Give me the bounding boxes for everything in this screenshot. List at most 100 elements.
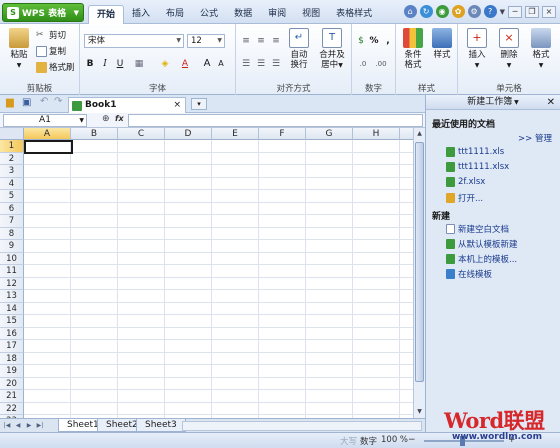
close-button[interactable]: × (542, 5, 556, 18)
delete-cells-button[interactable]: × 删除 ▼ (494, 28, 524, 71)
align-bottom-icon[interactable]: ≡ (269, 34, 283, 48)
comma-button[interactable]: , (381, 34, 395, 48)
cut-button[interactable]: ✂ 剪切 (36, 29, 66, 42)
row-header[interactable]: 7 (0, 215, 24, 228)
prev-sheet-icon[interactable]: ◀ (13, 420, 23, 431)
new-from-default-template-link[interactable]: 从默认模板新建 (446, 238, 518, 250)
row-header[interactable]: 9 (0, 240, 24, 253)
home-icon[interactable]: ⌂ (403, 5, 417, 18)
column-header[interactable] (400, 128, 413, 140)
align-left-icon[interactable]: ☰ (239, 57, 253, 71)
column-header[interactable]: G (306, 128, 353, 140)
new-blank-link[interactable]: 新建空白文档 (446, 223, 509, 235)
zoom-search-icon[interactable]: ⊕ (102, 114, 110, 124)
close-tab-icon[interactable]: × (173, 98, 181, 113)
manage-link[interactable]: >> 管理 (518, 132, 552, 144)
row-header[interactable]: 12 (0, 277, 24, 290)
insert-function-icon[interactable]: fx (115, 114, 124, 123)
online-templates-link[interactable]: 在线模板 (446, 268, 492, 280)
row-header[interactable]: 2 (0, 152, 24, 165)
new-tab-button[interactable]: ▾ (191, 98, 207, 110)
tab-review[interactable]: 审阅 (260, 5, 294, 24)
scroll-down-icon[interactable]: ▼ (414, 406, 425, 418)
tab-home[interactable]: 开始 (88, 5, 125, 24)
recent-file-2[interactable]: ttt1111.xlsx (446, 162, 509, 172)
row-header[interactable]: 15 (0, 315, 24, 328)
row-header[interactable]: 14 (0, 302, 24, 315)
align-center-icon[interactable]: ☰ (254, 57, 268, 71)
open-file-link[interactable]: 打开... (446, 192, 483, 204)
column-header[interactable]: B (71, 128, 118, 140)
column-header[interactable]: C (118, 128, 165, 140)
zoom-slider-knob[interactable] (460, 436, 465, 446)
increase-decimal-icon[interactable]: .0 (356, 57, 370, 71)
formula-input[interactable] (128, 114, 423, 127)
scroll-up-icon[interactable]: ▲ (414, 128, 425, 140)
help-dropdown-icon[interactable]: ▼ (500, 8, 505, 16)
first-sheet-icon[interactable]: |◀ (2, 420, 12, 431)
sheet-tab-3[interactable]: Sheet3 (136, 419, 186, 432)
scroll-thumb[interactable] (415, 142, 424, 382)
tab-layout[interactable]: 布局 (158, 5, 192, 24)
grow-font-icon[interactable]: A (200, 57, 214, 71)
currency-icon[interactable]: $ (354, 34, 368, 48)
document-tab[interactable]: Book1 × (68, 97, 186, 113)
align-right-icon[interactable]: ☰ (269, 57, 283, 71)
align-middle-icon[interactable]: ≡ (254, 34, 268, 48)
column-header[interactable]: F (259, 128, 306, 140)
font-size-select[interactable]: 12 ▼ (187, 34, 225, 48)
compass-icon[interactable]: ◉ (435, 5, 449, 18)
borders-icon[interactable]: ▦ (132, 57, 146, 71)
decrease-decimal-icon[interactable]: .00 (374, 57, 388, 71)
italic-button[interactable]: I (98, 57, 112, 71)
next-sheet-icon[interactable]: ▶ (24, 420, 34, 431)
spreadsheet-grid[interactable]: ABCDEFGH 1 2 3 4 5 6 7 8 9 10 11 12 13 14 15 16 17 18 19 20… (0, 128, 413, 418)
row-header[interactable]: 22 (0, 402, 24, 415)
gear-icon[interactable]: ⚙ (467, 5, 481, 18)
horizontal-scrollbar[interactable] (182, 421, 422, 431)
tab-data[interactable]: 数据 (226, 5, 260, 24)
align-top-icon[interactable]: ≡ (239, 34, 253, 48)
task-pane-header[interactable]: 新建工作簿 ▼ ✕ (426, 95, 560, 110)
column-header[interactable]: E (212, 128, 259, 140)
copy-button[interactable]: 复制 (36, 45, 66, 57)
fill-color-icon[interactable]: ◈ (158, 57, 172, 71)
app-menu-button[interactable]: S WPS 表格 ▼ (2, 3, 84, 22)
wrap-text-button[interactable]: ↵ 自动 换行 (284, 28, 314, 70)
row-header[interactable]: 21 (0, 390, 24, 403)
refresh-icon[interactable]: ↻ (419, 5, 433, 18)
restore-button[interactable]: ❐ (525, 5, 539, 18)
local-templates-link[interactable]: 本机上的模板... (446, 253, 517, 265)
bold-button[interactable]: B (83, 57, 97, 71)
row-header[interactable]: 17 (0, 340, 24, 353)
row-header[interactable]: 18 (0, 352, 24, 365)
tab-table-style[interactable]: 表格样式 (328, 5, 380, 24)
column-header[interactable]: A (24, 128, 71, 140)
column-header[interactable]: H (353, 128, 400, 140)
close-icon[interactable]: ✕ (547, 95, 555, 110)
shrink-font-icon[interactable]: A (214, 57, 228, 71)
row-header[interactable]: 3 (0, 165, 24, 178)
vertical-scrollbar[interactable]: ▲ ▼ (413, 128, 425, 418)
row-header[interactable]: 10 (0, 252, 24, 265)
open-folder-icon[interactable]: ▆ (6, 97, 14, 108)
row-header[interactable]: 6 (0, 202, 24, 215)
cell-style-button[interactable]: 样式 (427, 28, 457, 60)
row-header[interactable]: 5 (0, 190, 24, 203)
recent-file-1[interactable]: ttt1111.xls (446, 147, 504, 157)
format-painter-button[interactable]: 格式刷 (36, 61, 75, 73)
select-all-corner[interactable] (0, 128, 24, 140)
insert-cells-button[interactable]: + 插入 ▼ (462, 28, 492, 71)
skin-icon[interactable]: ✿ (451, 5, 465, 18)
row-header[interactable]: 8 (0, 227, 24, 240)
underline-button[interactable]: U (113, 57, 127, 71)
minimize-button[interactable]: ─ (508, 5, 522, 18)
column-header[interactable]: D (165, 128, 212, 140)
name-box[interactable]: A1 ▼ (3, 114, 87, 127)
zoom-in-icon[interactable]: + (508, 435, 516, 445)
zoom-out-icon[interactable]: − (408, 435, 416, 445)
row-header[interactable]: 11 (0, 265, 24, 278)
paste-button[interactable]: 粘贴 ▼ (4, 28, 34, 71)
font-color-icon[interactable]: A (178, 57, 192, 71)
conditional-format-button[interactable]: 条件 格式 (398, 28, 428, 70)
